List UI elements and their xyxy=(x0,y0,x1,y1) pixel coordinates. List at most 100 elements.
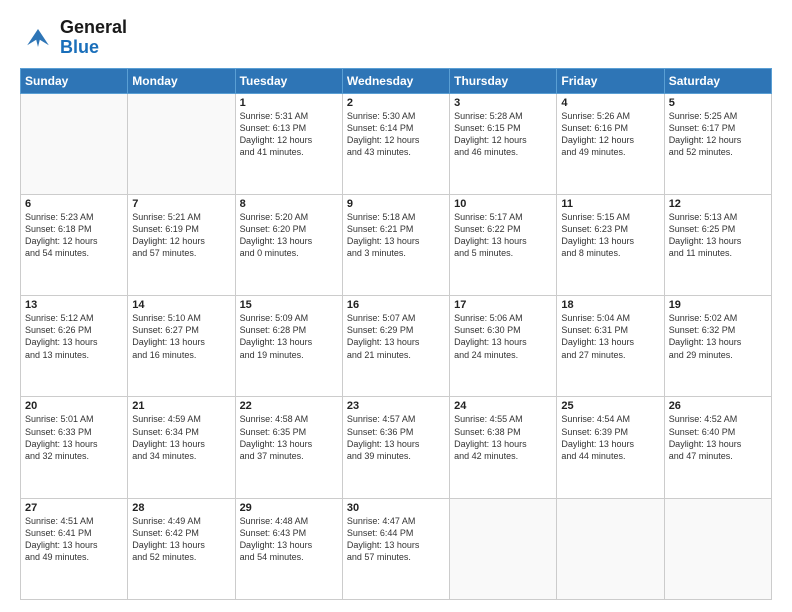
calendar-cell: 17Sunrise: 5:06 AM Sunset: 6:30 PM Dayli… xyxy=(450,296,557,397)
day-number: 5 xyxy=(669,97,767,109)
calendar-cell: 1Sunrise: 5:31 AM Sunset: 6:13 PM Daylig… xyxy=(235,93,342,194)
day-header-wednesday: Wednesday xyxy=(342,68,449,93)
calendar-cell xyxy=(128,93,235,194)
calendar-cell: 19Sunrise: 5:02 AM Sunset: 6:32 PM Dayli… xyxy=(664,296,771,397)
calendar-cell: 28Sunrise: 4:49 AM Sunset: 6:42 PM Dayli… xyxy=(128,498,235,599)
day-header-friday: Friday xyxy=(557,68,664,93)
calendar-cell: 29Sunrise: 4:48 AM Sunset: 6:43 PM Dayli… xyxy=(235,498,342,599)
calendar-cell: 15Sunrise: 5:09 AM Sunset: 6:28 PM Dayli… xyxy=(235,296,342,397)
day-number: 12 xyxy=(669,198,767,210)
day-info: Sunrise: 4:55 AM Sunset: 6:38 PM Dayligh… xyxy=(454,413,552,462)
day-number: 17 xyxy=(454,299,552,311)
day-info: Sunrise: 5:26 AM Sunset: 6:16 PM Dayligh… xyxy=(561,110,659,159)
calendar-cell xyxy=(21,93,128,194)
day-number: 28 xyxy=(132,502,230,514)
calendar-cell: 7Sunrise: 5:21 AM Sunset: 6:19 PM Daylig… xyxy=(128,194,235,295)
day-number: 14 xyxy=(132,299,230,311)
day-number: 22 xyxy=(240,400,338,412)
day-info: Sunrise: 5:31 AM Sunset: 6:13 PM Dayligh… xyxy=(240,110,338,159)
day-info: Sunrise: 5:28 AM Sunset: 6:15 PM Dayligh… xyxy=(454,110,552,159)
day-number: 3 xyxy=(454,97,552,109)
page: General Blue SundayMondayTuesdayWednesda… xyxy=(0,0,792,612)
calendar-cell: 22Sunrise: 4:58 AM Sunset: 6:35 PM Dayli… xyxy=(235,397,342,498)
day-info: Sunrise: 5:13 AM Sunset: 6:25 PM Dayligh… xyxy=(669,211,767,260)
day-info: Sunrise: 5:07 AM Sunset: 6:29 PM Dayligh… xyxy=(347,312,445,361)
day-number: 26 xyxy=(669,400,767,412)
day-info: Sunrise: 5:18 AM Sunset: 6:21 PM Dayligh… xyxy=(347,211,445,260)
day-info: Sunrise: 5:25 AM Sunset: 6:17 PM Dayligh… xyxy=(669,110,767,159)
day-header-tuesday: Tuesday xyxy=(235,68,342,93)
day-header-sunday: Sunday xyxy=(21,68,128,93)
day-info: Sunrise: 4:47 AM Sunset: 6:44 PM Dayligh… xyxy=(347,515,445,564)
day-info: Sunrise: 5:04 AM Sunset: 6:31 PM Dayligh… xyxy=(561,312,659,361)
day-info: Sunrise: 5:17 AM Sunset: 6:22 PM Dayligh… xyxy=(454,211,552,260)
day-number: 13 xyxy=(25,299,123,311)
calendar-cell: 23Sunrise: 4:57 AM Sunset: 6:36 PM Dayli… xyxy=(342,397,449,498)
calendar-cell xyxy=(557,498,664,599)
calendar-cell: 25Sunrise: 4:54 AM Sunset: 6:39 PM Dayli… xyxy=(557,397,664,498)
day-info: Sunrise: 4:49 AM Sunset: 6:42 PM Dayligh… xyxy=(132,515,230,564)
calendar-cell xyxy=(450,498,557,599)
day-info: Sunrise: 5:09 AM Sunset: 6:28 PM Dayligh… xyxy=(240,312,338,361)
day-info: Sunrise: 5:15 AM Sunset: 6:23 PM Dayligh… xyxy=(561,211,659,260)
day-number: 7 xyxy=(132,198,230,210)
day-number: 19 xyxy=(669,299,767,311)
day-number: 15 xyxy=(240,299,338,311)
calendar-cell: 2Sunrise: 5:30 AM Sunset: 6:14 PM Daylig… xyxy=(342,93,449,194)
day-info: Sunrise: 5:12 AM Sunset: 6:26 PM Dayligh… xyxy=(25,312,123,361)
calendar-cell: 14Sunrise: 5:10 AM Sunset: 6:27 PM Dayli… xyxy=(128,296,235,397)
day-number: 11 xyxy=(561,198,659,210)
day-number: 16 xyxy=(347,299,445,311)
day-number: 1 xyxy=(240,97,338,109)
day-number: 9 xyxy=(347,198,445,210)
week-row-2: 13Sunrise: 5:12 AM Sunset: 6:26 PM Dayli… xyxy=(21,296,772,397)
calendar-cell: 9Sunrise: 5:18 AM Sunset: 6:21 PM Daylig… xyxy=(342,194,449,295)
calendar-cell: 16Sunrise: 5:07 AM Sunset: 6:29 PM Dayli… xyxy=(342,296,449,397)
day-header-saturday: Saturday xyxy=(664,68,771,93)
logo: General Blue xyxy=(20,18,127,58)
day-number: 29 xyxy=(240,502,338,514)
day-info: Sunrise: 5:02 AM Sunset: 6:32 PM Dayligh… xyxy=(669,312,767,361)
header: General Blue xyxy=(20,18,772,58)
calendar-cell: 30Sunrise: 4:47 AM Sunset: 6:44 PM Dayli… xyxy=(342,498,449,599)
day-header-monday: Monday xyxy=(128,68,235,93)
day-info: Sunrise: 4:59 AM Sunset: 6:34 PM Dayligh… xyxy=(132,413,230,462)
calendar-cell: 3Sunrise: 5:28 AM Sunset: 6:15 PM Daylig… xyxy=(450,93,557,194)
calendar-cell: 12Sunrise: 5:13 AM Sunset: 6:25 PM Dayli… xyxy=(664,194,771,295)
day-number: 20 xyxy=(25,400,123,412)
calendar-cell: 10Sunrise: 5:17 AM Sunset: 6:22 PM Dayli… xyxy=(450,194,557,295)
calendar-cell: 8Sunrise: 5:20 AM Sunset: 6:20 PM Daylig… xyxy=(235,194,342,295)
day-info: Sunrise: 4:52 AM Sunset: 6:40 PM Dayligh… xyxy=(669,413,767,462)
day-info: Sunrise: 4:51 AM Sunset: 6:41 PM Dayligh… xyxy=(25,515,123,564)
calendar-table: SundayMondayTuesdayWednesdayThursdayFrid… xyxy=(20,68,772,600)
day-number: 30 xyxy=(347,502,445,514)
day-info: Sunrise: 5:30 AM Sunset: 6:14 PM Dayligh… xyxy=(347,110,445,159)
calendar-cell: 4Sunrise: 5:26 AM Sunset: 6:16 PM Daylig… xyxy=(557,93,664,194)
day-info: Sunrise: 5:21 AM Sunset: 6:19 PM Dayligh… xyxy=(132,211,230,260)
calendar-cell: 26Sunrise: 4:52 AM Sunset: 6:40 PM Dayli… xyxy=(664,397,771,498)
days-header-row: SundayMondayTuesdayWednesdayThursdayFrid… xyxy=(21,68,772,93)
day-info: Sunrise: 4:54 AM Sunset: 6:39 PM Dayligh… xyxy=(561,413,659,462)
week-row-3: 20Sunrise: 5:01 AM Sunset: 6:33 PM Dayli… xyxy=(21,397,772,498)
week-row-4: 27Sunrise: 4:51 AM Sunset: 6:41 PM Dayli… xyxy=(21,498,772,599)
day-info: Sunrise: 5:01 AM Sunset: 6:33 PM Dayligh… xyxy=(25,413,123,462)
day-info: Sunrise: 4:58 AM Sunset: 6:35 PM Dayligh… xyxy=(240,413,338,462)
day-number: 10 xyxy=(454,198,552,210)
calendar-cell: 6Sunrise: 5:23 AM Sunset: 6:18 PM Daylig… xyxy=(21,194,128,295)
day-number: 6 xyxy=(25,198,123,210)
calendar-cell: 5Sunrise: 5:25 AM Sunset: 6:17 PM Daylig… xyxy=(664,93,771,194)
day-number: 27 xyxy=(25,502,123,514)
calendar-cell: 21Sunrise: 4:59 AM Sunset: 6:34 PM Dayli… xyxy=(128,397,235,498)
day-info: Sunrise: 5:20 AM Sunset: 6:20 PM Dayligh… xyxy=(240,211,338,260)
calendar-cell: 11Sunrise: 5:15 AM Sunset: 6:23 PM Dayli… xyxy=(557,194,664,295)
day-number: 4 xyxy=(561,97,659,109)
week-row-0: 1Sunrise: 5:31 AM Sunset: 6:13 PM Daylig… xyxy=(21,93,772,194)
calendar-cell: 27Sunrise: 4:51 AM Sunset: 6:41 PM Dayli… xyxy=(21,498,128,599)
week-row-1: 6Sunrise: 5:23 AM Sunset: 6:18 PM Daylig… xyxy=(21,194,772,295)
day-info: Sunrise: 5:23 AM Sunset: 6:18 PM Dayligh… xyxy=(25,211,123,260)
day-number: 23 xyxy=(347,400,445,412)
day-info: Sunrise: 4:57 AM Sunset: 6:36 PM Dayligh… xyxy=(347,413,445,462)
day-info: Sunrise: 5:06 AM Sunset: 6:30 PM Dayligh… xyxy=(454,312,552,361)
logo-text: General Blue xyxy=(60,18,127,58)
calendar-cell: 20Sunrise: 5:01 AM Sunset: 6:33 PM Dayli… xyxy=(21,397,128,498)
